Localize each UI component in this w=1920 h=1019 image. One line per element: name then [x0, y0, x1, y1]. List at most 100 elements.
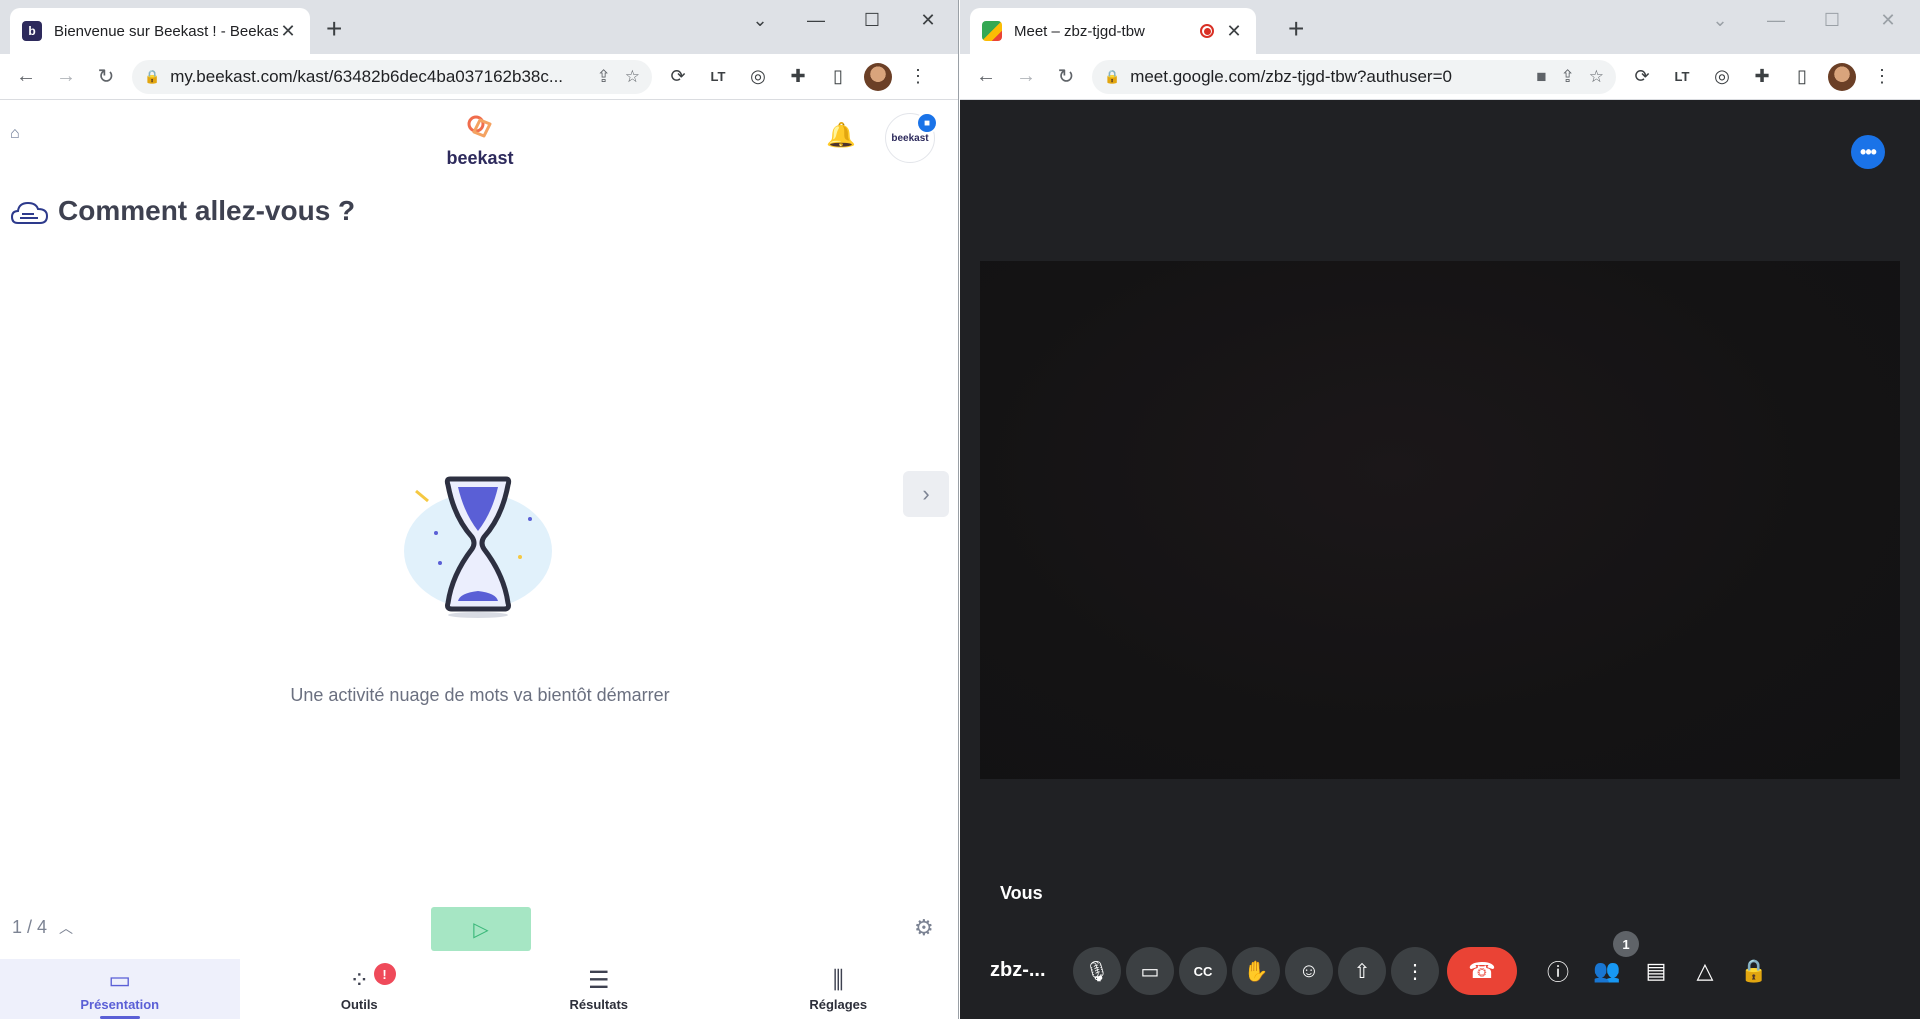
- self-video-tile: [980, 261, 1900, 779]
- microphone-button[interactable]: 🎙: [1073, 947, 1121, 995]
- hand-icon: ✋: [1243, 960, 1269, 983]
- chrome-menu-icon[interactable]: ⋮: [898, 66, 938, 87]
- microphone-icon: 🎙: [1084, 960, 1110, 983]
- lock-icon[interactable]: 🔒: [1104, 69, 1120, 85]
- sync-extension-icon[interactable]: ⟳: [658, 66, 698, 87]
- profile-avatar[interactable]: [1828, 62, 1856, 91]
- home-icon[interactable]: ⌂: [10, 125, 20, 143]
- tab-title: Meet – zbz-tjgd-tbw: [1014, 22, 1145, 40]
- beekast-logo[interactable]: beekast: [440, 111, 520, 169]
- nav-results[interactable]: ☰ Résultats: [479, 959, 719, 1019]
- languagetool-extension-icon[interactable]: LT: [698, 69, 738, 84]
- close-window-button[interactable]: ✕: [900, 8, 956, 32]
- present-screen-button[interactable]: ⇧: [1338, 947, 1386, 995]
- reload-icon[interactable]: ↻: [1046, 64, 1086, 89]
- lock-icon[interactable]: 🔒: [144, 69, 160, 85]
- record-extension-icon[interactable]: ◎: [738, 66, 778, 87]
- activities-button[interactable]: △: [1681, 947, 1729, 995]
- tab-search-icon[interactable]: ⌄: [732, 8, 788, 32]
- share-icon[interactable]: ⇪: [1561, 67, 1575, 87]
- side-panel-icon[interactable]: ▯: [818, 66, 858, 87]
- record-extension-icon[interactable]: ◎: [1702, 66, 1742, 87]
- hourglass-illustration: [404, 476, 552, 618]
- camera-button[interactable]: ▭: [1126, 947, 1174, 995]
- back-icon[interactable]: ←: [6, 65, 46, 88]
- tab-close-icon[interactable]: ✕: [278, 21, 298, 42]
- meet-control-bar: zbz-... 🎙 ▭ CC ✋ ☺ ⇧ ⋮ ☎ ⓘ 👥 1 ▤ △ 🔒: [960, 931, 1920, 999]
- recording-indicator-icon: [1200, 24, 1214, 38]
- chrome-menu-icon[interactable]: ⋮: [1862, 66, 1902, 87]
- organization-avatar[interactable]: beekast ■: [885, 112, 938, 163]
- forward-icon[interactable]: →: [1006, 65, 1046, 88]
- nav-presentation[interactable]: ▭ Présentation: [0, 959, 240, 1019]
- camera-icon: ▭: [1140, 960, 1160, 983]
- more-actions-button[interactable]: ⋮: [1391, 947, 1439, 995]
- minimize-button[interactable]: —: [788, 8, 844, 32]
- leave-call-button[interactable]: ☎: [1447, 947, 1517, 995]
- captions-button[interactable]: CC: [1179, 947, 1227, 995]
- window-controls: ⌄ — ☐ ✕: [1692, 8, 1916, 32]
- nav-tools[interactable]: ⁘ Outils !: [240, 959, 480, 1019]
- settings-gear-icon[interactable]: ⚙: [914, 915, 934, 941]
- tab-close-icon[interactable]: ✕: [1224, 21, 1244, 42]
- tab-search-icon[interactable]: ⌄: [1692, 8, 1748, 32]
- camera-permission-icon[interactable]: ■: [1536, 67, 1546, 87]
- maximize-button[interactable]: ☐: [844, 8, 900, 32]
- tools-circles-icon: ⁘: [349, 967, 370, 994]
- address-bar[interactable]: 🔒 my.beekast.com/kast/63482b6dec4ba03716…: [132, 59, 652, 94]
- beekast-logo-icon: [467, 115, 492, 138]
- side-panel-icon[interactable]: ▯: [1782, 66, 1822, 87]
- tools-alert-badge: !: [373, 963, 396, 985]
- chevron-up-icon[interactable]: ︿: [59, 918, 73, 938]
- minimize-button[interactable]: —: [1748, 8, 1804, 32]
- meeting-details-button[interactable]: ⓘ: [1534, 947, 1582, 995]
- browser-toolbar: ← → ↻ 🔒 meet.google.com/zbz-tjgd-tbw?aut…: [960, 54, 1920, 100]
- beekast-app: ⌂ beekast 🔔 beekast ■ Comment allez-vous…: [0, 101, 958, 1019]
- bookmark-star-icon[interactable]: ☆: [1589, 67, 1604, 87]
- meet-favicon-icon: [982, 21, 1002, 41]
- slide-pager[interactable]: 1 / 4 ︿: [12, 917, 73, 938]
- reactions-button[interactable]: ☺: [1285, 947, 1333, 995]
- play-button[interactable]: ▷: [431, 907, 531, 951]
- nav-settings[interactable]: ⫼ Réglages: [719, 959, 959, 1019]
- raise-hand-button[interactable]: ✋: [1232, 947, 1280, 995]
- people-icon: 👥: [1593, 958, 1621, 983]
- forward-icon[interactable]: →: [46, 65, 86, 88]
- share-icon[interactable]: ⇪: [597, 67, 611, 87]
- results-list-icon: ☰: [587, 967, 610, 994]
- chat-icon: ▤: [1645, 958, 1667, 983]
- address-bar[interactable]: 🔒 meet.google.com/zbz-tjgd-tbw?authuser=…: [1092, 59, 1616, 94]
- browser-tab-meet[interactable]: Meet – zbz-tjgd-tbw ✕: [970, 8, 1256, 54]
- extensions-puzzle-icon[interactable]: ✚: [778, 66, 818, 87]
- info-icon: ⓘ: [1546, 960, 1569, 985]
- org-badge-icon: ■: [916, 112, 938, 134]
- profile-avatar[interactable]: [864, 62, 892, 91]
- meet-browser-window: Meet – zbz-tjgd-tbw ✕ + ⌄ — ☐ ✕ ← → ↻ 🔒 …: [960, 0, 1920, 1019]
- extensions-puzzle-icon[interactable]: ✚: [1742, 66, 1782, 87]
- back-icon[interactable]: ←: [966, 65, 1006, 88]
- browser-tab-beekast[interactable]: b Bienvenue sur Beekast ! - Beekast ✕: [10, 8, 310, 54]
- beekast-logo-text: beekast: [446, 148, 514, 168]
- chat-button[interactable]: ▤: [1632, 947, 1680, 995]
- meet-app: ••• Vous zbz-... 🎙 ▭ CC ✋ ☺ ⇧ ⋮ ☎ ⓘ 👥 1 …: [960, 101, 1920, 1019]
- hang-up-icon: ☎: [1468, 958, 1496, 983]
- new-tab-button[interactable]: +: [1288, 14, 1304, 44]
- sync-extension-icon[interactable]: ⟳: [1622, 66, 1662, 87]
- more-options-button[interactable]: •••: [1851, 135, 1885, 169]
- nav-label: Réglages: [809, 996, 868, 1012]
- bottom-navbar: ▭ Présentation ⁘ Outils ! ☰ Résultats ⫼ …: [0, 959, 958, 1019]
- languagetool-extension-icon[interactable]: LT: [1662, 69, 1702, 84]
- reload-icon[interactable]: ↻: [86, 64, 126, 89]
- notification-bell-icon[interactable]: 🔔: [826, 121, 856, 150]
- maximize-button[interactable]: ☐: [1804, 8, 1860, 32]
- org-logo-text: beekast: [891, 132, 929, 144]
- bookmark-star-icon[interactable]: ☆: [625, 67, 640, 87]
- address-url: meet.google.com/zbz-tjgd-tbw?authuser=0: [1130, 66, 1452, 86]
- window-controls: ⌄ — ☐ ✕: [732, 8, 956, 32]
- nav-label: Outils: [340, 996, 378, 1012]
- browser-toolbar: ← → ↻ 🔒 my.beekast.com/kast/63482b6dec4b…: [0, 54, 958, 100]
- next-slide-button[interactable]: ›: [903, 471, 949, 517]
- close-window-button[interactable]: ✕: [1860, 8, 1916, 32]
- host-controls-button[interactable]: 🔒: [1730, 947, 1778, 995]
- new-tab-button[interactable]: +: [326, 14, 342, 44]
